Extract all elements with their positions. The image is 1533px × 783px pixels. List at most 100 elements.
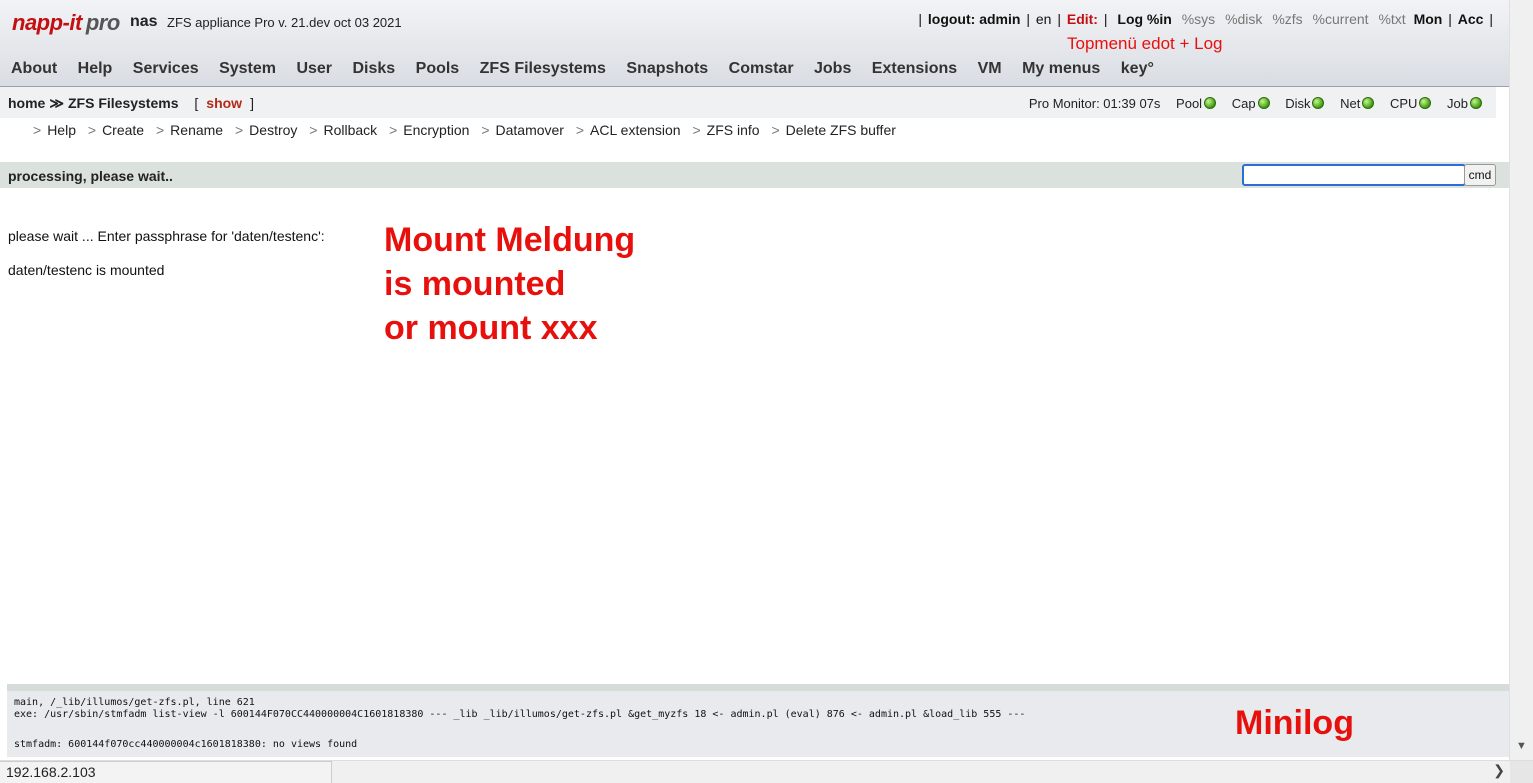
nav-pools[interactable]: Pools [416, 60, 460, 78]
nav-vm[interactable]: VM [978, 60, 1002, 78]
minilog-line: main, /_lib/illumos/get-zfs.pl, line 621 [14, 697, 255, 708]
top-menu-separator: | [1448, 11, 1452, 27]
nav-user[interactable]: User [296, 60, 332, 78]
submenu-create-label: Create [102, 122, 145, 138]
processing-status-text: processing, please wait.. [8, 168, 173, 184]
status-led-icon [1470, 97, 1482, 109]
submenu-datamover[interactable]: > Datamover [481, 122, 564, 138]
processing-status-bar: processing, please wait.. cmd [0, 162, 1510, 188]
nav-snapshots[interactable]: Snapshots [626, 60, 708, 78]
output-line-mounted: daten/testenc is mounted [8, 262, 165, 278]
breadcrumb-bar: home ≫ ZFS Filesystems [show] Pro Monitor:… [0, 87, 1496, 118]
disk-link[interactable]: %disk [1225, 11, 1262, 27]
submenu-zfs-info[interactable]: > ZFS info [692, 122, 759, 138]
annotation-line: or mount xxx [384, 309, 598, 347]
nav-my-menus[interactable]: My menus [1022, 60, 1100, 78]
submenu-datamover-label: Datamover [495, 122, 564, 138]
pro-monitor: Pro Monitor: 01:39 07s Pool Cap Disk Net… [1029, 96, 1482, 111]
nav-jobs[interactable]: Jobs [814, 60, 851, 78]
sys-link[interactable]: %sys [1182, 11, 1215, 27]
chevron-right-icon: > [481, 122, 490, 138]
host-name: nas [130, 13, 158, 30]
monitor-pool[interactable]: Pool [1176, 96, 1217, 111]
status-led-icon [1204, 97, 1217, 109]
submenu-help-label: Help [47, 122, 76, 138]
submenu-acl-extension-label: ACL extension [590, 122, 681, 138]
top-menu-separator: | [1103, 11, 1108, 27]
cmd-button[interactable]: cmd [1464, 164, 1496, 186]
breadcrumb-separator: ≫ [49, 95, 64, 111]
nav-zfs-filesystems[interactable]: ZFS Filesystems [480, 60, 606, 78]
language-link[interactable]: en [1036, 11, 1052, 27]
submenu-encryption-label: Encryption [403, 122, 470, 138]
cmd-input[interactable] [1242, 164, 1466, 186]
submenu-acl-extension[interactable]: > ACL extension [576, 122, 681, 138]
monitor-disk[interactable]: Disk [1285, 96, 1325, 111]
show-link[interactable]: show [206, 95, 242, 111]
submenu-create[interactable]: > Create [88, 122, 144, 138]
nav-system[interactable]: System [219, 60, 276, 78]
submenu-rename[interactable]: > Rename [156, 122, 223, 138]
monitor-label: Pro Monitor: 01:39 07s [1028, 96, 1161, 111]
current-link[interactable]: %current [1313, 11, 1369, 27]
logout-link[interactable]: logout: admin [928, 11, 1021, 27]
monitor-cap[interactable]: Cap [1232, 96, 1270, 111]
top-menu: | logout: admin | en | Edit: | Log %in %… [916, 11, 1495, 27]
nav-about[interactable]: About [11, 60, 57, 78]
zfs-link[interactable]: %zfs [1272, 11, 1302, 27]
topmenu-annotation: Topmenü edot + Log [1067, 34, 1223, 53]
minilog-annotation: Minilog [1235, 704, 1354, 742]
scroll-right-icon[interactable]: ❯ [1493, 762, 1505, 779]
top-menu-separator: | [1489, 11, 1493, 27]
monitor-pool-label: Pool [1176, 96, 1203, 111]
version-text: ZFS appliance Pro v. 21.dev oct 03 2021 [167, 15, 402, 30]
monitor-cpu[interactable]: CPU [1389, 96, 1432, 111]
submenu-destroy-label: Destroy [249, 122, 298, 138]
breadcrumb-home[interactable]: home [8, 95, 45, 111]
nav-disks[interactable]: Disks [352, 60, 395, 78]
minilog-divider [7, 684, 1510, 691]
submenu-rename-label: Rename [170, 122, 224, 138]
show-close-bracket: ] [250, 95, 254, 111]
nav-comstar[interactable]: Comstar [729, 60, 794, 78]
submenu-delete-zfs-buffer[interactable]: > Delete ZFS buffer [771, 122, 895, 138]
monitor-net-label: Net [1340, 96, 1361, 111]
output-line-passphrase: please wait ... Enter passphrase for 'da… [8, 228, 325, 244]
submenu-rollback[interactable]: > Rollback [309, 122, 377, 138]
napp-it-logo[interactable]: napp-it pro [12, 10, 120, 36]
monitor-cpu-label: CPU [1389, 96, 1418, 111]
top-menu-separator: | [1026, 11, 1030, 27]
chevron-right-icon: > [575, 122, 585, 138]
top-menu-separator: | [1057, 11, 1061, 27]
scroll-down-icon[interactable]: ▼ [1516, 740, 1527, 752]
monitor-job[interactable]: Job [1447, 96, 1482, 111]
monitor-cap-label: Cap [1231, 96, 1256, 111]
log-in-link[interactable]: Log %in [1117, 11, 1171, 27]
scrollbar-corner [1510, 761, 1533, 783]
chevron-right-icon: > [389, 122, 398, 138]
header: napp-it pro nas ZFS appliance Pro v. 21.d… [0, 0, 1510, 87]
zfs-submenu: > Help > Create > Rename > Destroy > Rollback… [33, 122, 904, 138]
monitor-job-label: Job [1447, 96, 1468, 111]
mon-link[interactable]: Mon [1414, 11, 1443, 27]
chevron-right-icon: > [309, 122, 318, 138]
txt-link[interactable]: %txt [1378, 11, 1405, 27]
submenu-encryption[interactable]: > Encryption [389, 122, 469, 138]
monitor-disk-label: Disk [1285, 96, 1311, 111]
nav-services[interactable]: Services [133, 60, 199, 78]
monitor-net[interactable]: Net [1340, 96, 1375, 111]
nav-key[interactable]: key° [1121, 60, 1154, 78]
browser-status-bar: 192.168.2.103 ❯ [0, 760, 1533, 783]
nav-help[interactable]: Help [78, 60, 113, 78]
annotation-line: is mounted [384, 265, 566, 303]
submenu-destroy[interactable]: > Destroy [235, 122, 297, 138]
submenu-help[interactable]: > Help [33, 122, 76, 138]
minilog-line: exe: /usr/sbin/stmfadm list-view -l 6001… [14, 709, 1026, 720]
status-led-icon [1362, 97, 1375, 109]
vertical-scrollbar[interactable]: ▼ [1509, 0, 1533, 760]
nav-extensions[interactable]: Extensions [872, 60, 957, 78]
acc-link[interactable]: Acc [1458, 11, 1484, 27]
breadcrumb-current[interactable]: ZFS Filesystems [68, 95, 179, 111]
edit-link[interactable]: Edit: [1067, 11, 1098, 27]
chevron-right-icon: > [234, 122, 244, 138]
